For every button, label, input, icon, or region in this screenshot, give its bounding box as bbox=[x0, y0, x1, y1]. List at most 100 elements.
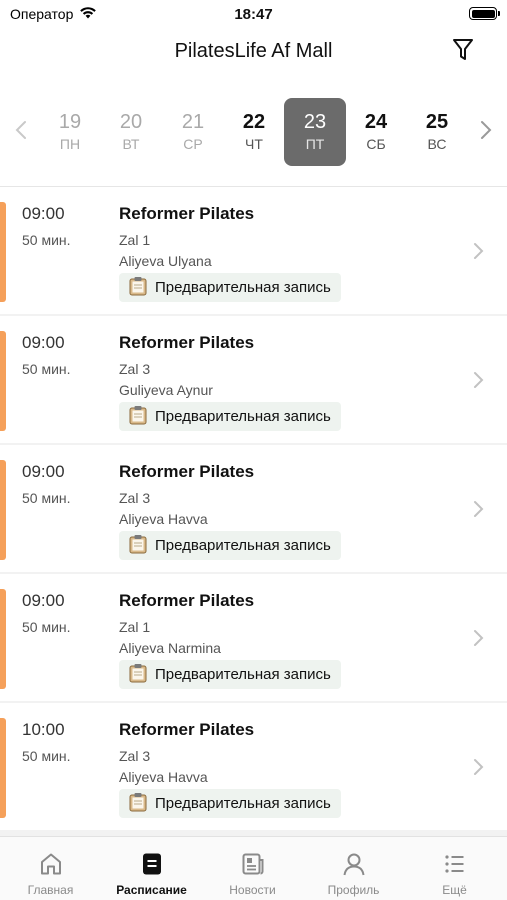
booking-badge-label: Предварительная запись bbox=[155, 666, 331, 683]
class-accent-stripe bbox=[0, 718, 6, 818]
tab-news[interactable]: Новости bbox=[202, 837, 303, 900]
day-number: 25 bbox=[425, 111, 449, 133]
booking-badge: Предварительная запись bbox=[119, 402, 341, 431]
booking-badge: Предварительная запись bbox=[119, 273, 341, 302]
class-card[interactable]: 10:00 50 мин. Reformer Pilates Zal 3 Ali… bbox=[0, 703, 507, 830]
schedule-icon bbox=[101, 851, 202, 877]
clipboard-icon bbox=[129, 663, 147, 687]
class-duration: 50 мин. bbox=[22, 361, 71, 377]
day-number: 21 bbox=[181, 111, 205, 133]
booking-badge: Предварительная запись bbox=[119, 531, 341, 560]
tab-bar: Главная Расписание Новости Профиль Ещё bbox=[0, 836, 507, 900]
class-hall: Zal 3 bbox=[119, 748, 151, 764]
chevron-right-icon bbox=[480, 120, 492, 145]
class-time: 09:00 bbox=[22, 333, 65, 352]
clipboard-icon bbox=[129, 276, 147, 300]
class-time: 10:00 bbox=[22, 720, 65, 739]
tab-profile[interactable]: Профиль bbox=[303, 837, 404, 900]
class-trainer: Aliyeva Havva bbox=[119, 769, 208, 785]
day-number: 22 bbox=[242, 111, 266, 133]
clipboard-icon bbox=[129, 405, 147, 429]
day-24[interactable]: 24 СБ bbox=[345, 98, 407, 166]
filter-icon bbox=[452, 38, 474, 67]
class-card[interactable]: 09:00 50 мин. Reformer Pilates Zal 3 Ali… bbox=[0, 445, 507, 572]
prev-week-button[interactable] bbox=[6, 112, 36, 152]
next-week-button[interactable] bbox=[471, 112, 501, 152]
booking-badge-label: Предварительная запись bbox=[155, 537, 331, 554]
day-25[interactable]: 25 ВС bbox=[406, 98, 468, 166]
class-list: 09:00 50 мин. Reformer Pilates Zal 1 Ali… bbox=[0, 186, 507, 836]
tab-label: Расписание bbox=[116, 883, 187, 897]
class-hall: Zal 3 bbox=[119, 361, 151, 377]
header: PilatesLife Af Mall bbox=[0, 28, 507, 78]
day-weekday: ВТ bbox=[122, 136, 140, 152]
class-card[interactable]: 09:00 50 мин. Reformer Pilates Zal 1 Ali… bbox=[0, 187, 507, 314]
clipboard-icon bbox=[129, 534, 147, 558]
day-21[interactable]: 21 СР bbox=[162, 98, 224, 166]
class-trainer: Aliyeva Havva bbox=[119, 511, 208, 527]
class-accent-stripe bbox=[0, 202, 6, 302]
class-hall: Zal 3 bbox=[119, 490, 151, 506]
chevron-right-icon bbox=[471, 241, 485, 261]
class-accent-stripe bbox=[0, 460, 6, 560]
tab-more[interactable]: Ещё bbox=[404, 837, 505, 900]
chevron-left-icon bbox=[15, 120, 27, 145]
class-card[interactable]: 09:00 50 мин. Reformer Pilates Zal 1 Ali… bbox=[0, 574, 507, 701]
class-trainer: Aliyeva Narmina bbox=[119, 640, 221, 656]
class-time: 09:00 bbox=[22, 204, 65, 223]
clipboard-icon bbox=[129, 792, 147, 816]
tab-label: Новости bbox=[229, 883, 276, 897]
tab-label: Профиль bbox=[327, 883, 380, 897]
day-22[interactable]: 22 ЧТ bbox=[223, 98, 285, 166]
profile-icon bbox=[303, 851, 404, 877]
day-weekday: СБ bbox=[366, 136, 386, 152]
class-time: 09:00 bbox=[22, 591, 65, 610]
tab-schedule[interactable]: Расписание bbox=[101, 837, 202, 900]
class-trainer: Aliyeva Ulyana bbox=[119, 253, 212, 269]
date-strip: 19 ПН 20 ВТ 21 СР 22 ЧТ 23 ПТ 24 СБ 25 В… bbox=[0, 94, 507, 170]
class-time: 09:00 bbox=[22, 462, 65, 481]
class-title: Reformer Pilates bbox=[119, 720, 255, 739]
class-hall: Zal 1 bbox=[119, 232, 151, 248]
day-weekday: ЧТ bbox=[245, 136, 263, 152]
status-bar: Оператор 18:47 bbox=[0, 0, 507, 28]
more-list-icon bbox=[404, 851, 505, 877]
tab-home[interactable]: Главная bbox=[0, 837, 101, 900]
class-title: Reformer Pilates bbox=[119, 462, 255, 481]
chevron-right-icon bbox=[471, 628, 485, 648]
tab-label: Ещё bbox=[442, 883, 467, 897]
booking-badge: Предварительная запись bbox=[119, 660, 341, 689]
day-23-selected[interactable]: 23 ПТ bbox=[284, 98, 346, 166]
booking-badge-label: Предварительная запись bbox=[155, 408, 331, 425]
day-number: 20 bbox=[119, 111, 143, 133]
chevron-right-icon bbox=[471, 757, 485, 777]
class-trainer: Guliyeva Aynur bbox=[119, 382, 213, 398]
battery-icon bbox=[469, 7, 500, 20]
class-duration: 50 мин. bbox=[22, 748, 71, 764]
class-title: Reformer Pilates bbox=[119, 204, 255, 223]
day-20[interactable]: 20 ВТ bbox=[100, 98, 162, 166]
day-weekday: ПН bbox=[59, 136, 81, 152]
class-duration: 50 мин. bbox=[22, 232, 71, 248]
chevron-right-icon bbox=[471, 499, 485, 519]
day-weekday: СР bbox=[183, 136, 203, 152]
class-duration: 50 мин. bbox=[22, 619, 71, 635]
day-number: 19 bbox=[58, 111, 82, 133]
day-number: 23 bbox=[303, 111, 327, 133]
day-19[interactable]: 19 ПН bbox=[39, 98, 101, 166]
booking-badge-label: Предварительная запись bbox=[155, 279, 331, 296]
class-accent-stripe bbox=[0, 589, 6, 689]
tab-label: Главная bbox=[27, 883, 74, 897]
class-title: Reformer Pilates bbox=[119, 591, 255, 610]
class-hall: Zal 1 bbox=[119, 619, 151, 635]
class-accent-stripe bbox=[0, 331, 6, 431]
booking-badge-label: Предварительная запись bbox=[155, 795, 331, 812]
page-title: PilatesLife Af Mall bbox=[174, 40, 333, 62]
filter-button[interactable] bbox=[449, 38, 477, 66]
day-weekday: ВС bbox=[427, 136, 447, 152]
booking-badge: Предварительная запись bbox=[119, 789, 341, 818]
chevron-right-icon bbox=[471, 370, 485, 390]
class-card[interactable]: 09:00 50 мин. Reformer Pilates Zal 3 Gul… bbox=[0, 316, 507, 443]
class-duration: 50 мин. bbox=[22, 490, 71, 506]
day-number: 24 bbox=[364, 111, 388, 133]
